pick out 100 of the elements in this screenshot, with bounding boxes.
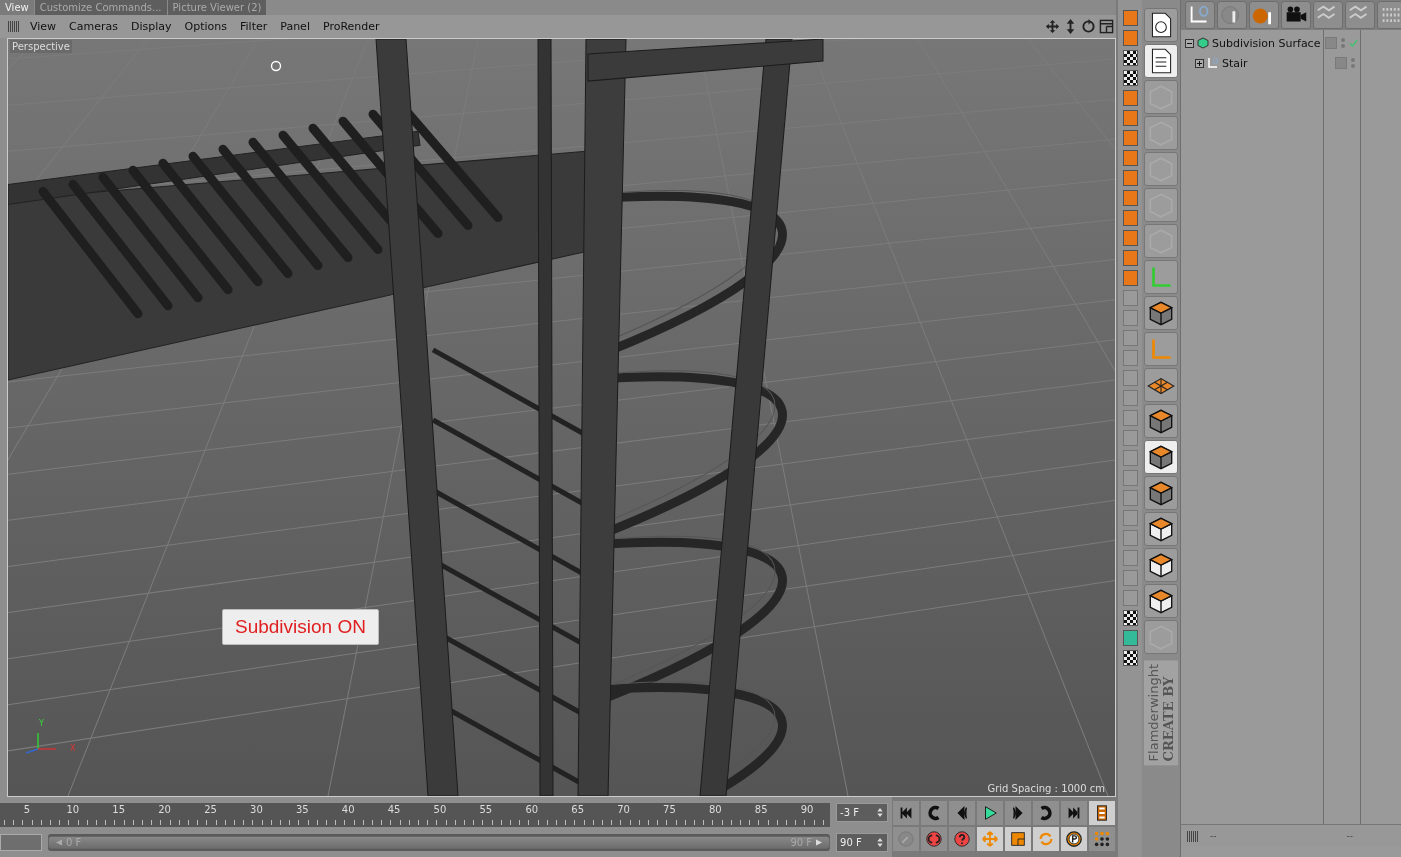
frame-number: 40 [340, 803, 356, 817]
menu-item[interactable]: Display [125, 20, 178, 33]
previous-key-icon[interactable] [920, 800, 948, 826]
frame-number: 30 [249, 803, 264, 817]
status-text: -- [1346, 831, 1353, 841]
dropdown-field[interactable] [0, 834, 42, 851]
menu-item[interactable]: Cameras [63, 20, 124, 33]
small-square-icon[interactable] [1122, 510, 1138, 526]
dot-grid-icon[interactable] [1088, 826, 1116, 852]
frame-number: 80 [707, 803, 723, 817]
clock-document-icon[interactable] [1144, 8, 1178, 42]
panel-tab[interactable]: View [0, 0, 34, 15]
small-square-icon[interactable] [1122, 450, 1138, 466]
credit-title: CREATE BY [1161, 676, 1176, 762]
small-square-icon[interactable] [1122, 530, 1138, 546]
small-square-icon[interactable] [1122, 350, 1138, 366]
film-strip-icon[interactable] [1088, 800, 1116, 826]
menu-item[interactable]: ProRender [316, 20, 386, 33]
circle-cursor-icon [270, 60, 282, 72]
cube-icon[interactable] [1144, 440, 1178, 474]
checker-cube-icon[interactable] [1144, 512, 1178, 546]
layer-swatch[interactable] [1325, 37, 1337, 49]
small-square-icon[interactable] [1122, 370, 1138, 386]
null-object-icon[interactable] [1185, 1, 1215, 29]
camera-label: Perspective [10, 40, 72, 53]
end-frame-field[interactable]: 90 F [836, 833, 888, 852]
scale-square-icon[interactable] [1004, 826, 1032, 852]
cube-outline-icon[interactable] [1144, 224, 1178, 258]
step-forward-icon[interactable] [1004, 800, 1032, 826]
checker-cube-icon[interactable] [1144, 584, 1178, 618]
small-square-icon[interactable] [1122, 390, 1138, 406]
small-square-icon[interactable] [1122, 570, 1138, 586]
menu-item[interactable]: Filter [234, 20, 274, 33]
small-tool-icon[interactable] [1122, 50, 1138, 66]
grid-spacing-label: Grid Spacing : 1000 cm [987, 783, 1105, 794]
document-icon[interactable] [1144, 44, 1178, 78]
right-arrow-icon [815, 838, 824, 847]
small-square-icon[interactable] [1122, 290, 1138, 306]
frame-number: 55 [478, 803, 494, 817]
small-square-icon[interactable] [1122, 470, 1138, 486]
grip-icon[interactable] [1187, 830, 1198, 842]
frame-number: 15 [111, 803, 127, 817]
step-back-icon[interactable] [948, 800, 976, 826]
camera-icon[interactable] [1281, 1, 1311, 29]
frame-number: 85 [753, 803, 769, 817]
frame-number: 65 [570, 803, 585, 817]
frame-number: 60 [524, 803, 540, 817]
expand-toggle[interactable] [1185, 38, 1194, 48]
frame-number: 10 [65, 803, 81, 817]
spin-arrows-icon[interactable] [876, 808, 884, 817]
small-square-icon[interactable] [1122, 430, 1138, 446]
credit-author: Flamderwinght [1146, 664, 1161, 762]
visibility-dots-icon[interactable] [1341, 38, 1345, 48]
layer-swatch[interactable] [1335, 57, 1347, 69]
small-square-icon[interactable] [1122, 490, 1138, 506]
small-square-icon[interactable] [1122, 410, 1138, 426]
small-square-icon[interactable] [1122, 550, 1138, 566]
small-tool-icon[interactable] [1122, 610, 1138, 626]
frame-number: 75 [662, 803, 677, 817]
axis-label: Y [39, 719, 44, 728]
skip-to-end-icon[interactable] [1060, 800, 1088, 826]
cube-icon[interactable] [1144, 404, 1178, 438]
status-text: -- [1210, 831, 1217, 841]
play-icon[interactable] [976, 800, 1004, 826]
frame-number: 35 [294, 803, 310, 817]
move-arrows-icon[interactable] [1045, 19, 1060, 34]
info-icon[interactable] [1217, 1, 1247, 29]
checker-cube-icon[interactable] [1144, 548, 1178, 582]
timeline-ruler[interactable]: 5 10 15 20 25 30 35 40 45 50 55 60 65 70 75 80 85 90 [0, 803, 831, 827]
frame-number: 45 [386, 803, 402, 817]
frame-number: 90 [799, 803, 815, 817]
menu-item[interactable]: Panel [274, 20, 316, 33]
expand-toggle[interactable] [1195, 58, 1204, 68]
annotation-label: Subdivision ON [222, 609, 379, 645]
grid-plane-icon[interactable] [1144, 368, 1178, 402]
frame-number: 70 [616, 803, 631, 817]
small-square-icon[interactable] [1122, 310, 1138, 326]
axis-label: X [70, 744, 76, 753]
check-icon[interactable] [1349, 38, 1358, 48]
spin-arrows-icon[interactable] [876, 838, 884, 847]
frame-number: 25 [203, 803, 218, 817]
menu-item[interactable]: View [24, 20, 63, 33]
window-icon[interactable] [1099, 19, 1114, 34]
small-square-icon[interactable] [1122, 330, 1138, 346]
visibility-dots-icon[interactable] [1351, 58, 1355, 68]
cube-icon[interactable] [1144, 296, 1178, 330]
small-tool-icon[interactable] [1122, 70, 1138, 86]
cube-icon [1197, 37, 1209, 49]
grip-icon[interactable] [8, 21, 19, 32]
cube-icon[interactable] [1144, 476, 1178, 510]
skip-to-start-icon[interactable] [892, 800, 920, 826]
menu-item[interactable]: Options [178, 20, 233, 33]
3d-viewport[interactable]: Perspective Subdivision ON Y X Grid Spacing : 1000 cm [7, 38, 1116, 797]
left-arrow-icon [55, 838, 63, 847]
small-tool-icon[interactable] [1122, 650, 1138, 666]
object-name[interactable]: Stair [1222, 56, 1326, 70]
record-icon[interactable] [920, 826, 948, 852]
next-key-icon[interactable] [1032, 800, 1060, 826]
rotate-icon[interactable] [1081, 19, 1096, 34]
current-frame-field[interactable]: -3 F [836, 803, 888, 822]
